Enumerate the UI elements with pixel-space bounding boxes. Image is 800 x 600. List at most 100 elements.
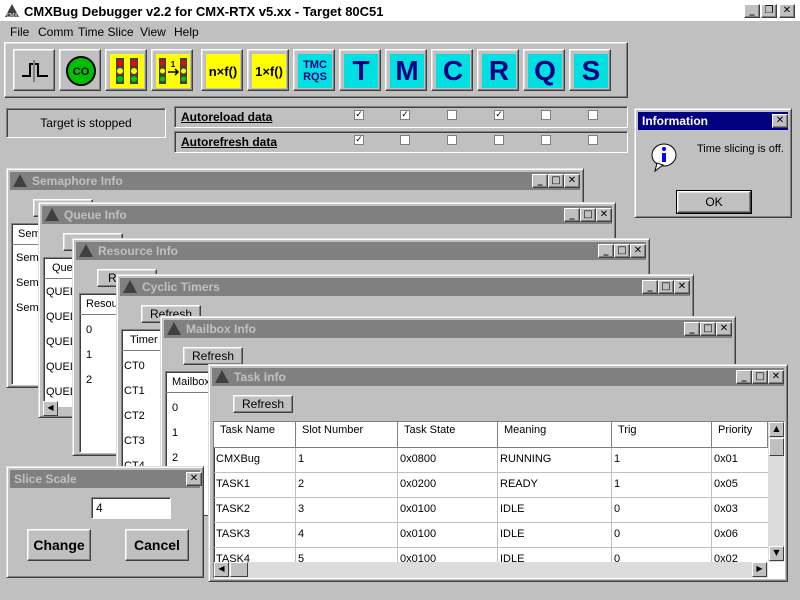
autorefresh-checkbox[interactable] [541, 135, 551, 145]
column-header[interactable]: Slot Number [296, 422, 398, 448]
minimize-button[interactable]: _ [744, 4, 760, 18]
mailbox-row: 1 [172, 427, 179, 439]
menu-comm[interactable]: Comm [38, 25, 73, 39]
cyclic-row: CT1 [124, 385, 145, 397]
single-step-icon: 1 [156, 54, 190, 88]
column-header[interactable]: Meaning [498, 422, 612, 448]
scroll-left-arrow[interactable]: ◀ [43, 401, 58, 416]
queue-close-button[interactable]: ✕ [596, 208, 612, 222]
resource-minimize-button[interactable]: _ [598, 244, 614, 258]
autoreload-checkbox[interactable] [447, 110, 457, 120]
one-times-f-button[interactable]: 1×f() [247, 49, 289, 91]
tmc-rqs-button[interactable]: TMC RQS [293, 49, 335, 91]
ok-button[interactable]: OK [676, 190, 752, 214]
svg-text:1: 1 [171, 60, 176, 69]
menu-time-slice[interactable]: Time Slice [78, 25, 134, 39]
cyclic-row: CT2 [124, 410, 145, 422]
n-times-f-button[interactable]: n×f() [201, 49, 243, 91]
autorefresh-checkbox[interactable] [400, 135, 410, 145]
slice-close-button[interactable]: ✕ [186, 472, 202, 486]
letter-r: R [482, 54, 516, 88]
row-divider [214, 472, 768, 473]
menu-view[interactable]: View [140, 25, 166, 39]
task-cell: 4 [298, 528, 305, 540]
scroll-down-arrow[interactable]: ▼ [769, 546, 784, 561]
queue-maximize-button[interactable]: □ [580, 208, 596, 222]
task-cell: RUNNING [500, 453, 552, 465]
cancel-button[interactable]: Cancel [125, 529, 189, 561]
cyclic-timers-button[interactable]: C [431, 49, 473, 91]
column-header[interactable]: Task Name [214, 422, 296, 448]
autorefresh-checkbox[interactable] [447, 135, 457, 145]
task-horizontal-scrollbar[interactable]: ◀ ▶ [214, 562, 768, 578]
autoreload-checkbox[interactable] [588, 110, 598, 120]
slice-value-input[interactable]: 4 [91, 497, 171, 519]
task-cell: 0x0100 [400, 528, 437, 540]
task-cell: 2 [298, 478, 305, 490]
menu-file[interactable]: File [10, 25, 29, 39]
semaphore-info-button[interactable]: S [569, 49, 611, 91]
mailbox-refresh-button[interactable]: Refresh [183, 347, 243, 365]
task-title: Task Info [234, 370, 286, 384]
autoreload-checkbox[interactable]: ✓ [400, 110, 410, 120]
task-cell: 0x01 [714, 453, 738, 465]
task-info-button[interactable]: T [339, 49, 381, 91]
queue-minimize-button[interactable]: _ [564, 208, 580, 222]
scroll-thumb[interactable] [769, 438, 784, 456]
autorefresh-checkbox[interactable] [588, 135, 598, 145]
column-header[interactable]: Task State [398, 422, 498, 448]
mailbox-info-button[interactable]: M [385, 49, 427, 91]
autorefresh-checkbox[interactable] [494, 135, 504, 145]
mailbox-maximize-button[interactable]: □ [700, 322, 716, 336]
task-table[interactable]: Task Name Slot Number Task State Meaning Tri… [213, 421, 785, 579]
task-refresh-button[interactable]: Refresh [233, 395, 293, 413]
scroll-up-arrow[interactable]: ▲ [769, 422, 784, 437]
column-header[interactable]: Trig [612, 422, 712, 448]
menu-bar: File Comm Time Slice View Help [0, 22, 800, 42]
semaphore-maximize-button[interactable]: □ [548, 174, 564, 188]
one-times-f-icon: 1×f() [252, 54, 286, 88]
task-close-button[interactable]: ✕ [768, 370, 784, 384]
step-button[interactable] [13, 49, 55, 91]
mailbox-minimize-button[interactable]: _ [684, 322, 700, 336]
autoreload-checkbox[interactable]: ✓ [354, 110, 364, 120]
task-minimize-button[interactable]: _ [736, 370, 752, 384]
task-vertical-scrollbar[interactable]: ▲ ▼ [768, 422, 784, 562]
task-maximize-button[interactable]: □ [752, 370, 768, 384]
co-button[interactable]: CO [59, 49, 101, 91]
resource-info-button[interactable]: R [477, 49, 519, 91]
autorefresh-checkbox[interactable]: ✓ [354, 135, 364, 145]
scroll-left-arrow[interactable]: ◀ [214, 562, 229, 577]
resource-maximize-button[interactable]: □ [614, 244, 630, 258]
cyclic-header: Timer [130, 334, 158, 346]
queue-info-button[interactable]: Q [523, 49, 565, 91]
close-button[interactable]: ✕ [779, 4, 795, 18]
information-close-button[interactable]: ✕ [772, 114, 788, 128]
restore-button[interactable]: ❐ [761, 4, 777, 18]
toolbar: CO 1 n×f() 1×f() TMC RQS T M C R Q S [4, 42, 628, 98]
column-header[interactable]: Priority [712, 422, 768, 448]
semaphore-minimize-button[interactable]: _ [532, 174, 548, 188]
letter-s: S [574, 54, 608, 88]
task-cell: TASK2 [216, 503, 251, 515]
scroll-h-thumb[interactable] [230, 562, 248, 577]
letter-q: Q [528, 54, 562, 88]
change-button[interactable]: Change [27, 529, 91, 561]
semaphore-close-button[interactable]: ✕ [564, 174, 580, 188]
mailbox-close-button[interactable]: ✕ [716, 322, 732, 336]
info-icon [651, 143, 677, 173]
mailbox-row: 2 [172, 452, 179, 464]
task-cell: 0x0200 [400, 478, 437, 490]
single-step-button[interactable]: 1 [151, 49, 193, 91]
scroll-right-arrow[interactable]: ▶ [752, 562, 767, 577]
menu-help[interactable]: Help [174, 25, 199, 39]
resource-close-button[interactable]: ✕ [630, 244, 646, 258]
cyclic-minimize-button[interactable]: _ [642, 280, 658, 294]
rqs-label: RQS [303, 71, 327, 83]
traffic-light-button[interactable] [105, 49, 147, 91]
app-title: CMXBug Debugger v2.2 for CMX-RTX v5.xx -… [24, 4, 384, 19]
cyclic-maximize-button[interactable]: □ [658, 280, 674, 294]
autoreload-checkbox[interactable] [541, 110, 551, 120]
cyclic-close-button[interactable]: ✕ [674, 280, 690, 294]
autoreload-checkbox[interactable]: ✓ [494, 110, 504, 120]
